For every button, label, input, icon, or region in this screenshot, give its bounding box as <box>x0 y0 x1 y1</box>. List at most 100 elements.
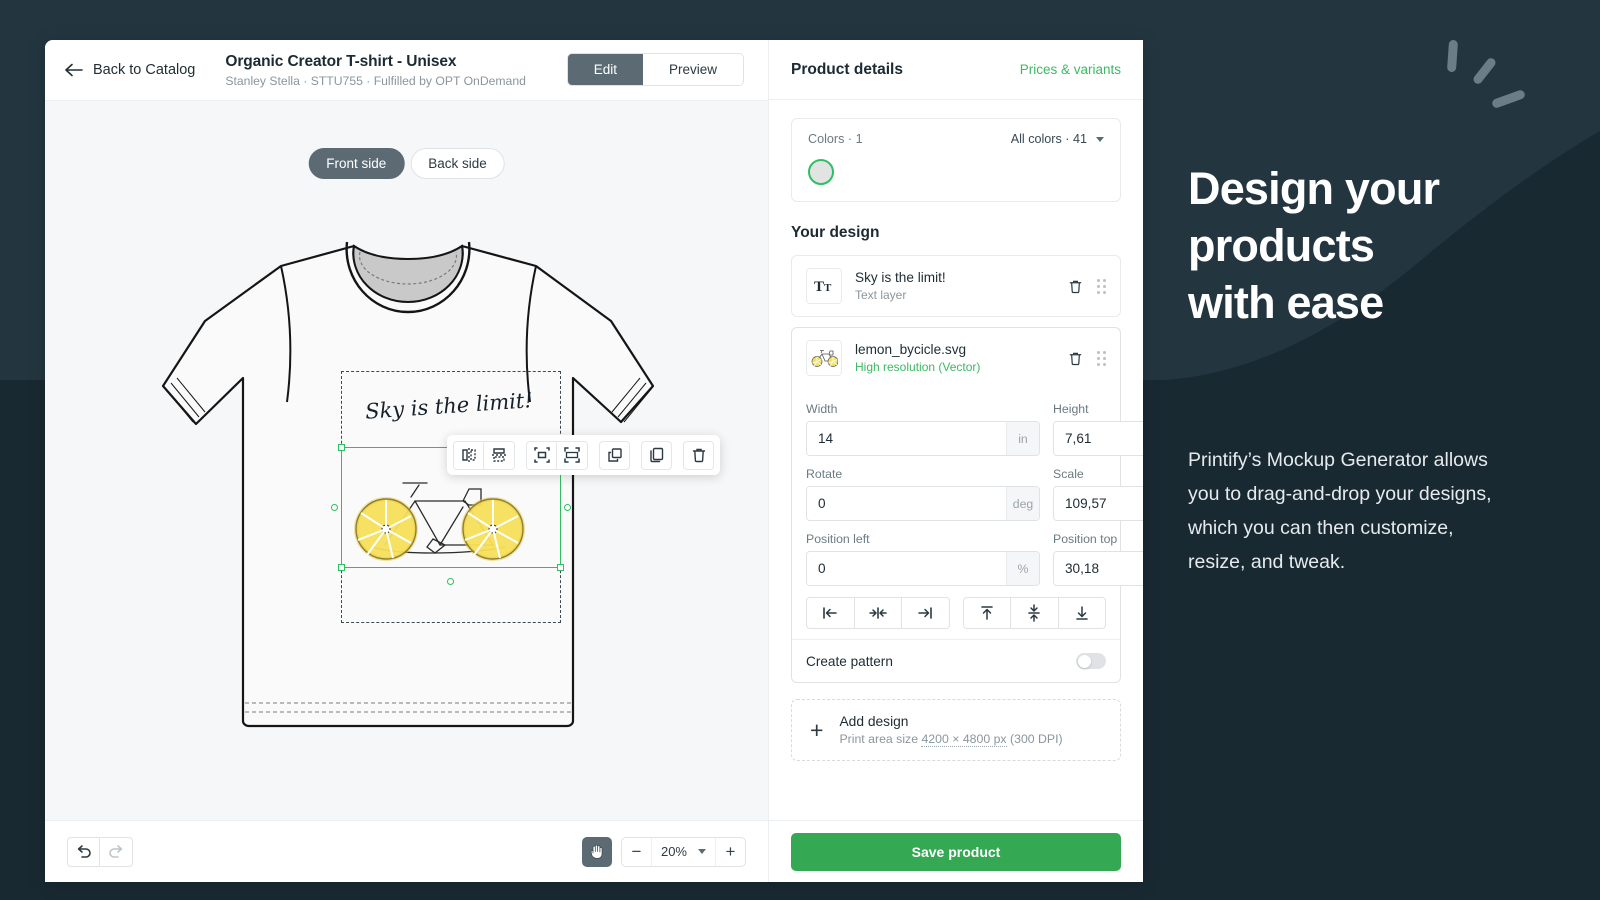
panel-title: Product details <box>791 60 903 78</box>
add-design-title: Add design <box>839 714 909 729</box>
rotate-handle[interactable] <box>447 578 454 585</box>
position-left-input[interactable] <box>807 552 1006 585</box>
drag-handle-icon[interactable] <box>1097 278 1106 294</box>
page-title: Organic Creator T-shirt - Unisex <box>225 52 457 70</box>
align-bottom-icon[interactable] <box>1058 597 1106 629</box>
color-swatch-selected[interactable] <box>808 159 834 185</box>
design-canvas[interactable]: Front side Back side Sky is the limit! <box>45 100 768 820</box>
width-unit: in <box>1006 422 1039 455</box>
create-pattern-row: Create pattern <box>792 639 1120 682</box>
vertical-align-group <box>962 597 1106 629</box>
panel-header: Product details Prices & variants <box>769 40 1143 100</box>
width-input[interactable] <box>807 422 1006 455</box>
save-product-button[interactable]: Save product <box>791 832 1121 871</box>
spark-icon <box>1490 88 1527 110</box>
align-center-horizontal-icon[interactable] <box>854 597 902 629</box>
promo-title: Design your products with ease <box>1188 163 1440 328</box>
position-top-input[interactable] <box>1054 552 1143 585</box>
back-to-catalog-label: Back to Catalog <box>93 62 196 78</box>
delete-layer-icon[interactable] <box>1068 351 1083 366</box>
height-field-group: Height in <box>1053 402 1143 456</box>
position-top-field-group: Position top % <box>1053 532 1143 586</box>
plus-icon: + <box>810 716 824 743</box>
width-label: Width <box>806 402 838 416</box>
layer-name: lemon_bycicle.svg <box>855 342 967 357</box>
promo-heading: Design your products with ease <box>1188 160 1518 331</box>
horizontal-align-group <box>806 597 950 629</box>
scale-field-group: Scale % <box>1053 467 1143 521</box>
rotate-input[interactable] <box>807 487 1006 520</box>
layer-properties: Width in Height in <box>791 388 1143 683</box>
zoom-level-select[interactable]: 20% <box>652 844 715 859</box>
align-middle-vertical-icon[interactable] <box>1011 597 1059 629</box>
zoom-stepper: − 20% + <box>620 836 746 867</box>
resize-handle-middle-left[interactable] <box>331 503 338 511</box>
position-left-field-group: Position left % <box>806 532 1040 586</box>
zoom-controls: − 20% + <box>581 836 746 867</box>
colors-count-label: Colors · 1 <box>808 132 863 146</box>
zoom-out-button[interactable]: − <box>622 837 652 866</box>
selection-toolbar <box>447 435 720 475</box>
editor-header: Back to Catalog Organic Creator T-shirt … <box>45 40 768 100</box>
list-item[interactable]: T T Sky is the limit! Text layer <box>791 255 1121 317</box>
redo-button[interactable] <box>100 836 133 867</box>
zoom-in-button[interactable]: + <box>715 837 745 866</box>
drag-handle-icon[interactable] <box>1097 350 1106 366</box>
undo-redo-group <box>67 836 133 867</box>
spark-icon <box>1471 56 1498 86</box>
delete-layer-icon[interactable] <box>1068 279 1083 294</box>
resize-handle-bottom-right[interactable] <box>557 564 564 571</box>
resize-handle-middle-right[interactable] <box>564 503 571 511</box>
tab-front-side[interactable]: Front side <box>308 148 405 179</box>
arrow-left-icon <box>65 63 83 77</box>
back-to-catalog-button[interactable]: Back to Catalog <box>65 62 195 78</box>
tab-back-side[interactable]: Back side <box>410 148 505 179</box>
editor-column: Back to Catalog Organic Creator T-shirt … <box>45 40 768 882</box>
svg-text:T: T <box>814 279 824 294</box>
zoom-level-value: 20% <box>660 844 687 859</box>
hand-tool-button[interactable] <box>581 836 612 867</box>
create-pattern-toggle[interactable] <box>1076 653 1106 669</box>
promo-body: Printify’s Mockup Generator allows you t… <box>1188 449 1492 573</box>
layers-icon[interactable] <box>599 440 630 470</box>
resize-handle-top-left[interactable] <box>338 444 345 451</box>
trash-icon[interactable] <box>683 440 714 470</box>
align-left-icon[interactable] <box>806 597 855 629</box>
rotate-label: Rotate <box>806 467 843 481</box>
alignment-controls <box>806 597 1106 629</box>
fit-to-frame-icon[interactable] <box>557 440 588 470</box>
panel-body: Colors · 1 All colors · 41 Your design T <box>769 100 1143 820</box>
position-left-unit: % <box>1006 552 1039 585</box>
mockup-generator-window: Back to Catalog Organic Creator T-shirt … <box>45 40 1143 882</box>
undo-button[interactable] <box>67 836 100 867</box>
tab-preview[interactable]: Preview <box>642 54 743 85</box>
prices-variants-link[interactable]: Prices & variants <box>1020 62 1121 77</box>
add-design-button[interactable]: + Add design Print area size 4200 × 4800… <box>791 699 1121 761</box>
editor-bottom-bar: − 20% + <box>45 820 768 882</box>
height-input[interactable] <box>1054 422 1143 455</box>
resize-handle-bottom-left[interactable] <box>338 564 345 571</box>
tab-edit[interactable]: Edit <box>567 54 643 85</box>
spark-icon <box>1446 39 1459 73</box>
height-label: Height <box>1053 402 1089 416</box>
add-design-subtitle: Print area size 4200 × 4800 px (300 DPI) <box>839 732 1063 747</box>
list-item[interactable]: lemon_bycicle.svg High resolution (Vecto… <box>791 327 1121 388</box>
scale-input[interactable] <box>1054 487 1143 520</box>
your-design-title: Your design <box>791 224 880 241</box>
all-colors-dropdown[interactable]: All colors · 41 <box>1011 132 1104 146</box>
layer-subtitle: Text layer <box>855 288 907 302</box>
bicycle-thumbnail-icon <box>806 340 842 376</box>
print-area-size: 4200 × 4800 px <box>921 732 1007 747</box>
rotate-unit: deg <box>1006 487 1039 520</box>
align-right-icon[interactable] <box>902 597 950 629</box>
fit-to-content-icon[interactable] <box>526 440 557 470</box>
text-layer-icon: T T <box>806 268 842 304</box>
scale-label: Scale <box>1053 467 1084 481</box>
colors-card: Colors · 1 All colors · 41 <box>791 118 1121 202</box>
duplicate-icon[interactable] <box>641 440 672 470</box>
print-area-suffix: (300 DPI) <box>1006 732 1063 746</box>
flip-horizontal-icon[interactable] <box>453 440 484 470</box>
align-top-icon[interactable] <box>962 597 1011 629</box>
flip-vertical-icon[interactable] <box>484 440 515 470</box>
mode-segmented-control: Edit Preview <box>566 53 744 86</box>
